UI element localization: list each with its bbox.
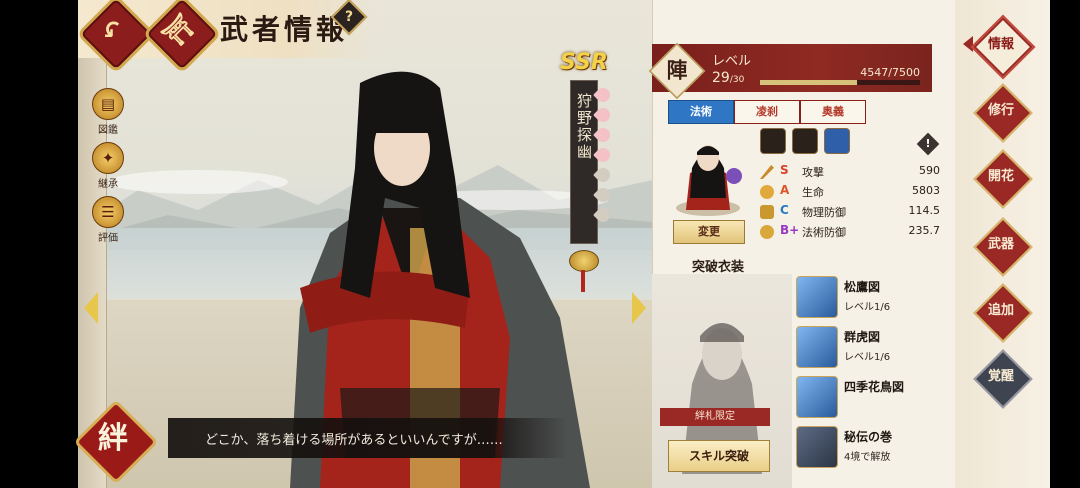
help-icon: ? <box>344 9 354 25</box>
level-value: 29/30 <box>712 70 745 86</box>
list-item[interactable]: 四季花鳥図 <box>796 376 946 418</box>
exp-bar-fill <box>760 80 857 85</box>
heart-flower-icon <box>760 185 774 199</box>
menu-info[interactable]: 情報 <box>973 17 1033 77</box>
menu-add[interactable]: 追加 <box>973 283 1033 343</box>
previous-character-arrow[interactable] <box>84 292 98 324</box>
tab-ryousetsu[interactable]: 凌刹 <box>734 100 800 124</box>
chevron-left-icon <box>963 36 973 52</box>
back-button[interactable]: ↶ <box>76 0 156 74</box>
sword-icon <box>760 165 774 179</box>
tassel <box>581 270 585 292</box>
change-button[interactable]: 変更 <box>673 220 745 244</box>
screen-edge <box>1050 0 1080 488</box>
dialogue-text: どこか、落ち着ける場所があるといいんですが…… <box>205 433 503 448</box>
rarity-badge: SSR <box>560 50 608 75</box>
scroll-icon <box>796 276 838 318</box>
name-banner: 狩野探幽 <box>570 80 598 244</box>
level-label: レベル <box>712 54 752 69</box>
skill-icon[interactable] <box>824 128 850 154</box>
section-title: 突破衣装 <box>692 260 745 275</box>
kizuna-button[interactable]: 絆 <box>73 399 159 485</box>
crest-icon: ✦ <box>92 142 124 174</box>
armor-icon <box>760 205 774 219</box>
character-name: 狩野探幽 <box>575 93 593 161</box>
book-icon: ▤ <box>92 88 124 120</box>
menu-weapon[interactable]: 武器 <box>973 217 1033 277</box>
list-item[interactable]: 秘伝の巻 4境で解放 <box>796 426 946 468</box>
stat-row-life: A 生命 5803 <box>760 183 940 201</box>
bell-icon <box>569 250 599 272</box>
next-character-arrow[interactable] <box>632 292 646 324</box>
magic-shield-icon <box>760 225 774 239</box>
page-title: 武者情報 <box>220 13 349 46</box>
inherit-button[interactable]: ✦ 継承 <box>90 142 126 190</box>
stat-row-magic-defense: B+ 法術防御 235.7 <box>760 223 940 241</box>
exp-text: 4547/7500 <box>860 66 920 79</box>
menu-bloom[interactable]: 開花 <box>973 149 1033 209</box>
locked-scroll-icon <box>796 426 838 468</box>
stat-row-attack: S 攻撃 590 <box>760 163 940 181</box>
bond-limited-badge: 絆札限定 <box>660 408 770 426</box>
skill-break-button[interactable]: スキル突破 <box>668 440 770 472</box>
skill-icon[interactable] <box>792 128 818 154</box>
review-button[interactable]: ☰ 評価 <box>90 196 126 244</box>
home-button[interactable]: ⛩ <box>142 0 222 74</box>
list-item[interactable]: 松鷹図 レベル1/6 <box>796 276 946 318</box>
info-icon[interactable]: ! <box>916 132 940 156</box>
list-item[interactable]: 群虎図 レベル1/6 <box>796 326 946 368</box>
stat-row-physical-defense: C 物理防御 114.5 <box>760 203 940 221</box>
review-icon: ☰ <box>92 196 124 228</box>
tab-houjutsu[interactable]: 法術 <box>668 100 734 124</box>
menu-awaken[interactable]: 覚醒 <box>973 349 1033 409</box>
scroll-icon <box>796 376 838 418</box>
character-portrait[interactable] <box>668 128 748 218</box>
menu-training[interactable]: 修行 <box>973 83 1033 143</box>
skill-icon[interactable] <box>760 128 786 154</box>
scroll-icon <box>796 326 838 368</box>
tab-ougi[interactable]: 奥義 <box>800 100 866 124</box>
encyclopedia-button[interactable]: ▤ 図鑑 <box>90 88 126 136</box>
